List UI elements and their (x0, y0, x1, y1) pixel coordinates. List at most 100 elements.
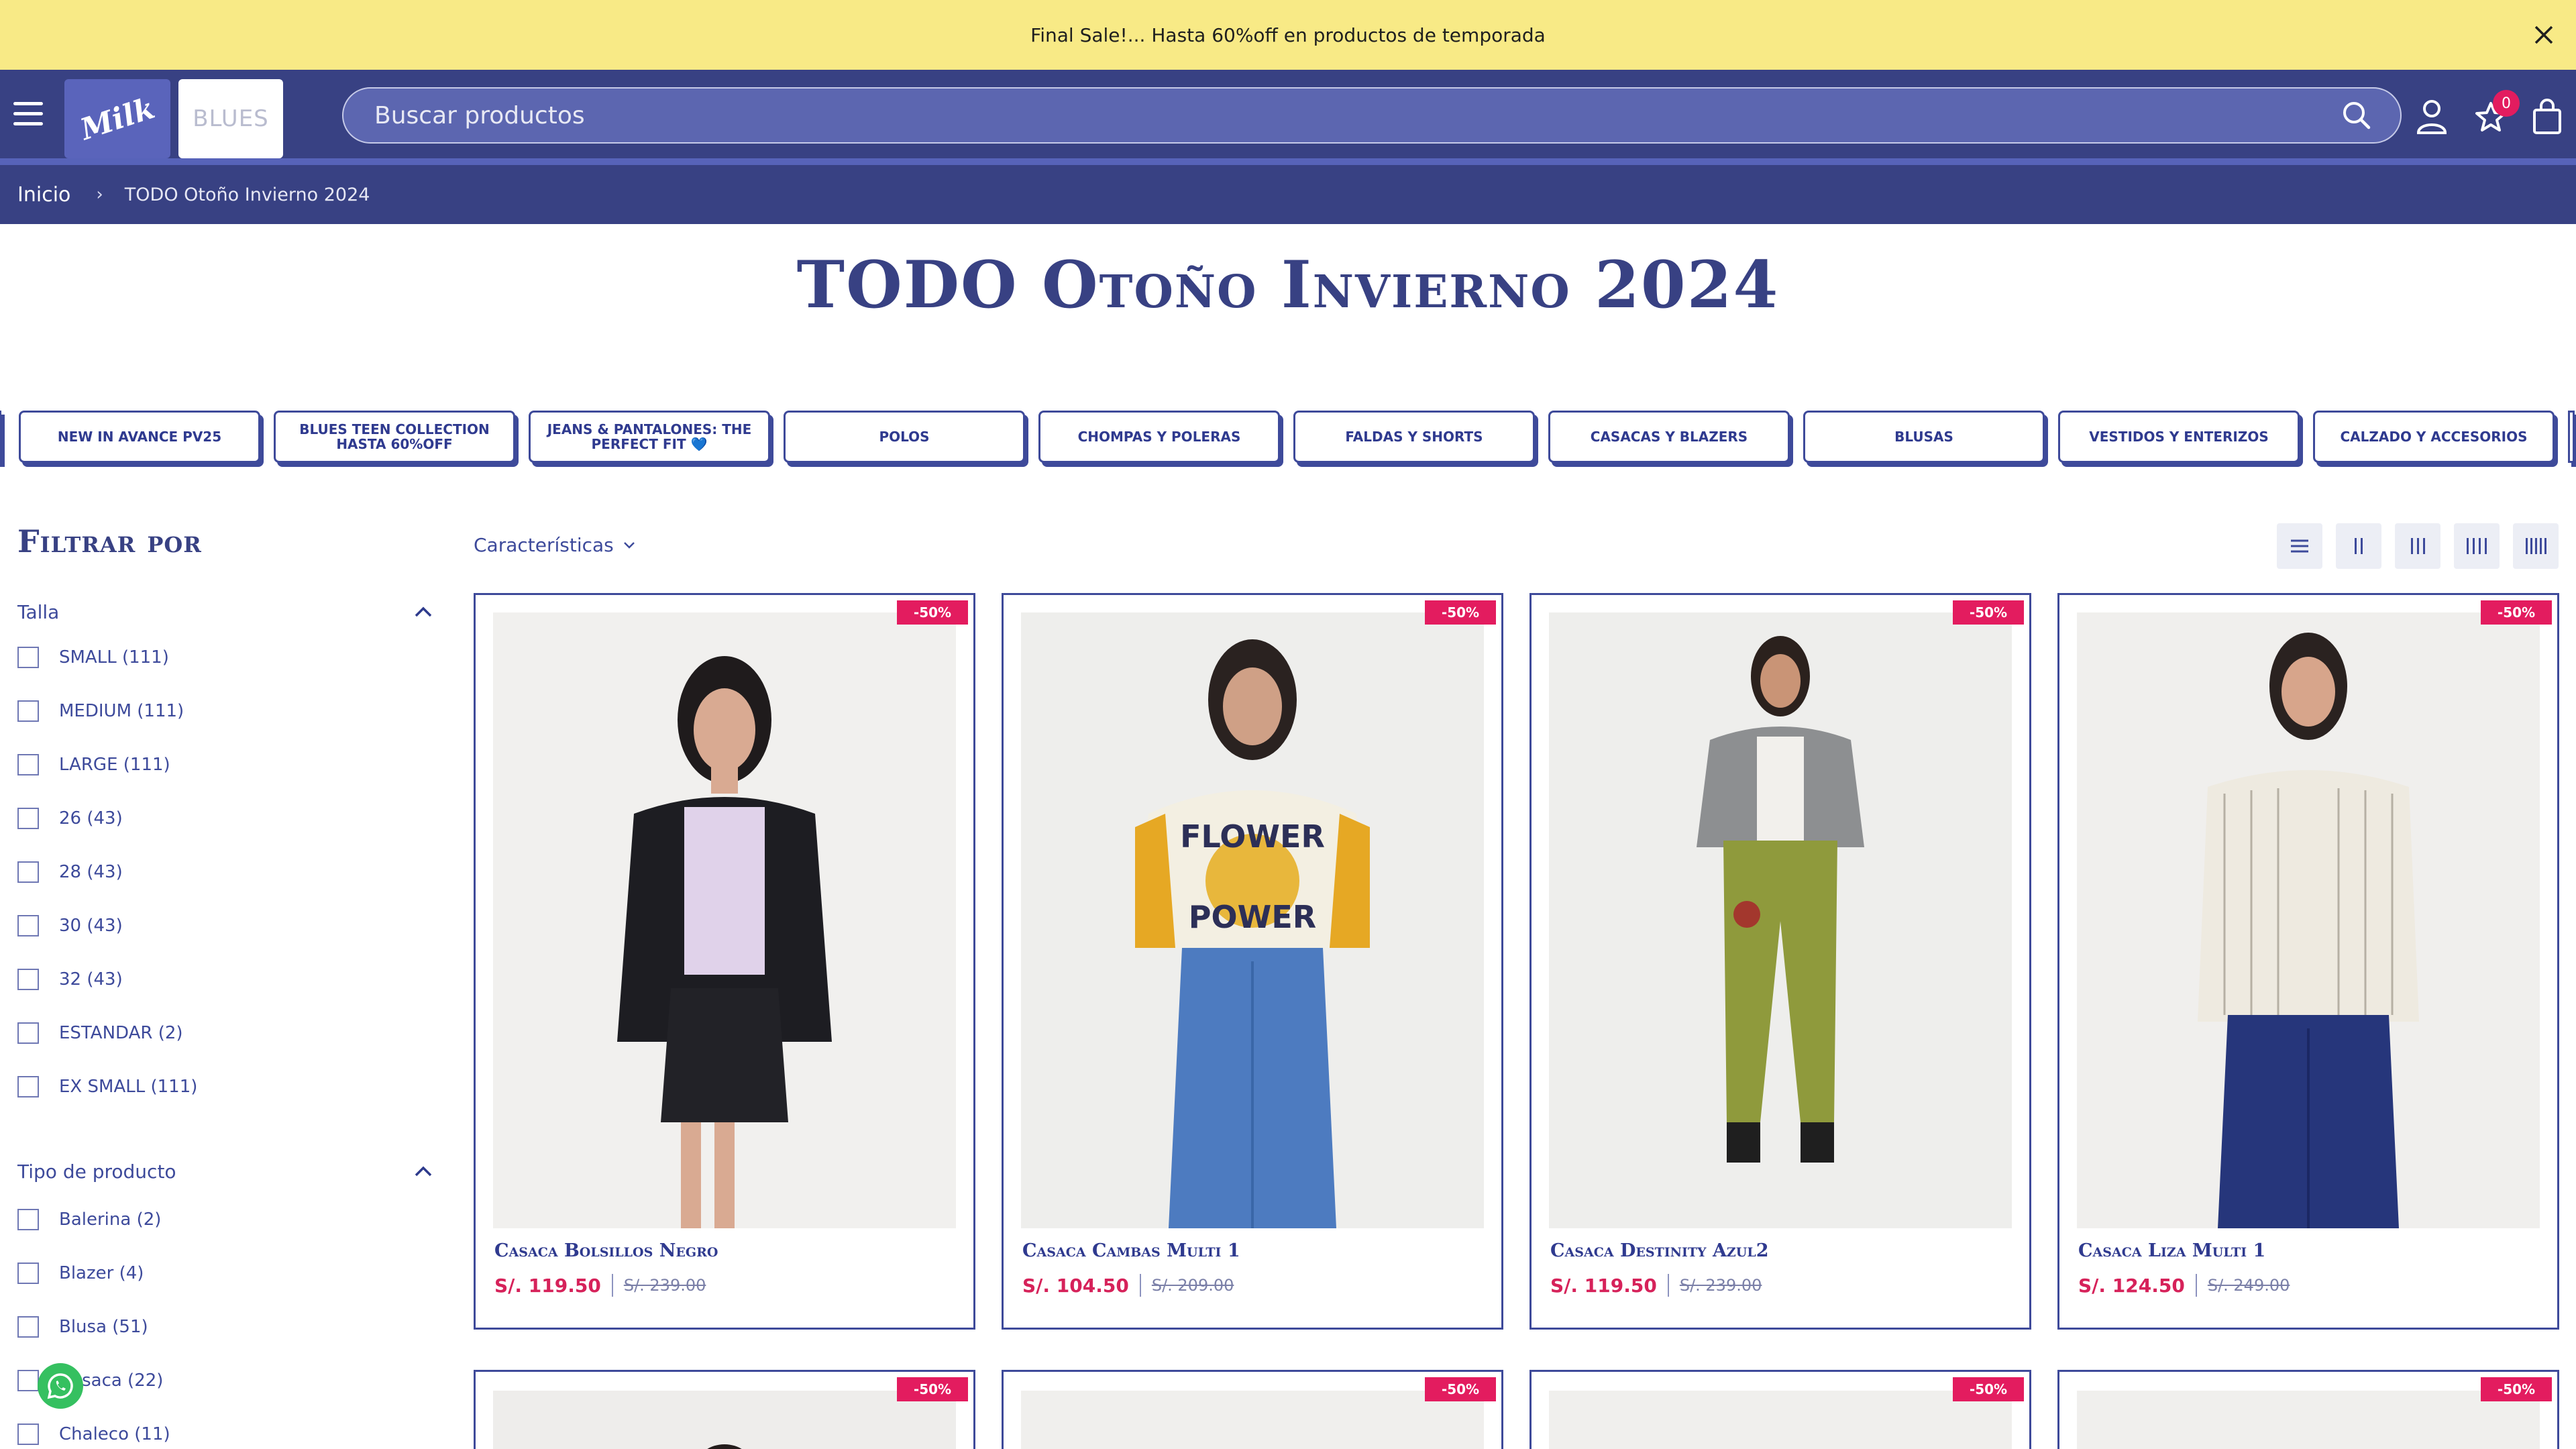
checkbox[interactable] (17, 1424, 39, 1445)
product-name[interactable]: Casaca Destinity Azul2 (1550, 1240, 1769, 1261)
discount-badge: -50% (2481, 1377, 2552, 1401)
filter-group-talla[interactable]: Talla (17, 598, 433, 625)
svg-text:FLOWER: FLOWER (1180, 818, 1325, 855)
filter-option[interactable]: Balerina (2) (17, 1209, 161, 1230)
product-card[interactable]: -50% (2057, 1370, 2559, 1449)
product-image[interactable] (493, 612, 956, 1228)
category-chip[interactable]: BLUSAS (1803, 411, 2045, 463)
product-image[interactable] (1549, 1391, 2012, 1449)
checkbox[interactable] (17, 969, 39, 990)
product-image[interactable] (1549, 612, 2012, 1228)
user-icon[interactable] (2414, 97, 2450, 137)
checkbox[interactable] (17, 861, 39, 883)
category-chip[interactable]: FALDAS Y SHORTS (1293, 411, 1535, 463)
menu-icon[interactable] (13, 102, 43, 126)
view-grid-5-icon[interactable] (2513, 523, 2559, 569)
filter-option[interactable]: EX SMALL (111) (17, 1076, 197, 1097)
category-chip[interactable]: CASACAS Y BLAZERS (1548, 411, 1790, 463)
search-input[interactable] (374, 101, 2340, 129)
filter-option-label: MEDIUM (111) (59, 701, 184, 721)
original-price: S/. 209.00 (1151, 1276, 1234, 1295)
milk-logo[interactable]: Milk (64, 79, 170, 158)
product-card[interactable]: -50% Casaca Liza Multi 1 S/. 124.50 S/. … (2057, 593, 2559, 1330)
filter-option-label: LARGE (111) (59, 755, 170, 775)
whatsapp-button[interactable] (38, 1363, 83, 1409)
discount-badge: -50% (1425, 1377, 1496, 1401)
checkbox[interactable] (17, 1209, 39, 1230)
blues-logo-text: BLUES (193, 105, 269, 132)
checkbox[interactable] (17, 915, 39, 936)
product-name[interactable]: Casaca Cambas Multi 1 (1022, 1240, 1240, 1261)
chevron-up-icon (415, 606, 432, 617)
filter-option[interactable]: LARGE (111) (17, 754, 170, 775)
filter-group-tipo[interactable]: Tipo de producto (17, 1158, 433, 1185)
product-image[interactable] (2077, 1391, 2540, 1449)
view-grid-4-icon[interactable] (2454, 523, 2500, 569)
product-image[interactable] (2077, 612, 2540, 1228)
product-name[interactable]: Casaca Bolsillos Negro (494, 1240, 718, 1261)
product-card[interactable]: -50% (474, 1370, 975, 1449)
view-grid-3-icon[interactable] (2395, 523, 2440, 569)
product-image[interactable] (493, 1391, 956, 1449)
category-chip[interactable]: CHOMPAS Y POLERAS (1038, 411, 1280, 463)
breadcrumb-home[interactable]: Inicio (17, 183, 70, 207)
chip-partial-left[interactable] (0, 411, 1, 463)
category-chip[interactable]: POLOS (784, 411, 1025, 463)
discount-badge: -50% (1953, 1377, 2024, 1401)
checkbox[interactable] (17, 1076, 39, 1097)
product-card[interactable]: -50% (1529, 1370, 2031, 1449)
category-chip[interactable]: NEW IN AVANCE PV25 (19, 411, 260, 463)
product-name[interactable]: Casaca Liza Multi 1 (2078, 1240, 2265, 1261)
bag-icon[interactable] (2529, 97, 2565, 137)
discount-badge: -50% (1425, 600, 1496, 625)
checkbox[interactable] (17, 700, 39, 722)
filter-option[interactable]: ESTANDAR (2) (17, 1022, 183, 1044)
blues-logo[interactable]: BLUES (178, 79, 283, 158)
category-chip[interactable]: BLUES TEEN COLLECTION HASTA 60%OFF (274, 411, 515, 463)
filter-option-label: 28 (43) (59, 862, 123, 882)
category-chip[interactable]: VESTIDOS Y ENTERIZOS (2058, 411, 2300, 463)
filter-option[interactable]: Blazer (4) (17, 1263, 144, 1284)
filter-option[interactable]: 26 (43) (17, 808, 123, 829)
filter-option[interactable]: 28 (43) (17, 861, 123, 883)
checkbox[interactable] (17, 808, 39, 829)
original-price: S/. 239.00 (1679, 1276, 1762, 1295)
filter-option-label: Blusa (51) (59, 1317, 148, 1337)
filter-option[interactable]: 32 (43) (17, 969, 123, 990)
product-card[interactable]: -50% (1002, 1370, 1503, 1449)
filter-option[interactable]: MEDIUM (111) (17, 700, 184, 722)
filter-option-label: Blazer (4) (59, 1263, 144, 1283)
sale-price: S/. 119.50 (494, 1274, 601, 1297)
category-chip[interactable]: JEANS & PANTALONES: THE PERFECT FIT 💙 (529, 411, 770, 463)
filter-option[interactable]: SMALL (111) (17, 647, 169, 668)
checkbox[interactable] (17, 1263, 39, 1284)
checkbox[interactable] (17, 754, 39, 775)
chip-partial-right[interactable] (2568, 411, 2575, 463)
checkbox[interactable] (17, 1316, 39, 1338)
sale-price: S/. 119.50 (1550, 1274, 1657, 1297)
sale-price: S/. 104.50 (1022, 1274, 1129, 1297)
close-icon[interactable] (2529, 20, 2559, 50)
chevron-down-icon (623, 541, 635, 549)
wishlist-count-badge: 0 (2493, 90, 2520, 117)
sort-label: Características (474, 534, 614, 556)
product-image[interactable] (1021, 1391, 1484, 1449)
view-grid-2-icon[interactable] (2336, 523, 2381, 569)
checkbox[interactable] (17, 1370, 39, 1391)
filter-option[interactable]: Chaleco (11) (17, 1424, 170, 1445)
chevron-up-icon (415, 1166, 432, 1177)
product-card[interactable]: FLOWER POWER -50% Casaca Cambas Multi 1 … (1002, 593, 1503, 1330)
product-card[interactable]: -50% Casaca Destinity Azul2 S/. 119.50 S… (1529, 593, 2031, 1330)
product-image[interactable]: FLOWER POWER (1021, 612, 1484, 1228)
checkbox[interactable] (17, 1022, 39, 1044)
view-list-icon[interactable] (2277, 523, 2322, 569)
product-card[interactable]: -50% Casaca Bolsillos Negro S/. 119.50 S… (474, 593, 975, 1330)
filter-option[interactable]: 30 (43) (17, 915, 123, 936)
search-icon[interactable] (2340, 99, 2373, 132)
wishlist-button[interactable]: 0 (2473, 90, 2520, 137)
filter-option[interactable]: Blusa (51) (17, 1316, 148, 1338)
category-chip[interactable]: CALZADO Y ACCESORIOS (2313, 411, 2555, 463)
checkbox[interactable] (17, 647, 39, 668)
breadcrumb-current: TODO Otoño Invierno 2024 (124, 184, 370, 205)
characteristics-dropdown[interactable]: Características (474, 534, 635, 556)
